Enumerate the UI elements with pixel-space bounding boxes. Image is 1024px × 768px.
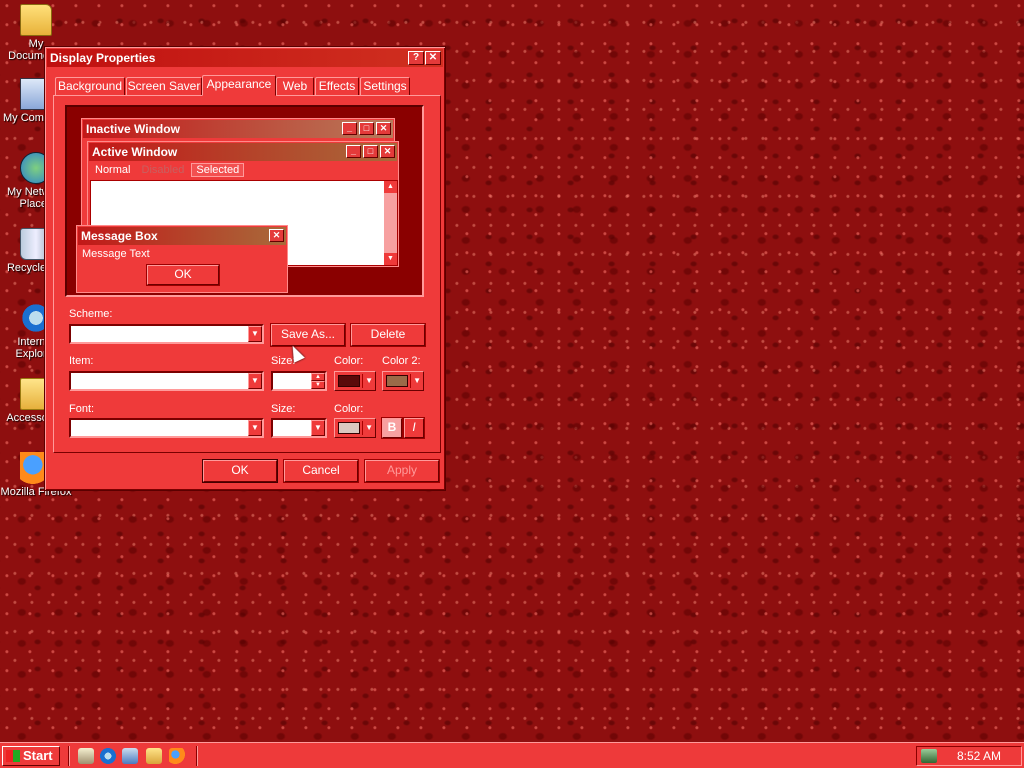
- system-tray: 8:52 AM: [916, 746, 1022, 766]
- font-color-label: Color:: [334, 403, 364, 415]
- show-desktop-icon[interactable]: [78, 748, 94, 764]
- item-size-stepper[interactable]: ▲ ▼: [271, 371, 327, 391]
- close-icon: ✕: [269, 229, 284, 242]
- apply-button[interactable]: Apply: [365, 460, 439, 482]
- inactive-window-title: Inactive Window _ □ ✕: [83, 120, 393, 138]
- tab-screen-saver[interactable]: Screen Saver: [126, 77, 202, 95]
- message-box-preview: Message Box ✕ Message Text OK: [76, 225, 288, 293]
- inactive-window-title-text: Inactive Window: [86, 122, 180, 136]
- scheme-label: Scheme:: [69, 308, 113, 320]
- item-label: Item:: [69, 355, 94, 367]
- preview-scrollbar: ▲ ▼: [384, 181, 397, 265]
- font-size-label: Size:: [271, 403, 296, 415]
- item-color2-picker[interactable]: ▼: [382, 371, 424, 391]
- display-properties-window: Display Properties ? ✕ Background Screen…: [44, 46, 446, 491]
- message-box-ok-button: OK: [147, 265, 219, 285]
- clock[interactable]: 8:52 AM: [957, 747, 1001, 765]
- italic-toggle[interactable]: I: [404, 418, 424, 438]
- font-dropdown[interactable]: ▼: [69, 418, 264, 438]
- search-icon[interactable]: [146, 748, 162, 764]
- maximize-icon: □: [359, 122, 374, 135]
- menu-disabled: Disabled: [141, 164, 185, 176]
- scroll-down-icon: ▼: [384, 253, 397, 265]
- bold-toggle[interactable]: B: [382, 418, 402, 438]
- stepper-down-icon[interactable]: ▼: [311, 381, 325, 389]
- scroll-up-icon: ▲: [384, 181, 397, 193]
- tab-appearance[interactable]: Appearance: [202, 75, 276, 96]
- tab-effects[interactable]: Effects: [315, 77, 359, 95]
- chevron-down-icon[interactable]: ▼: [311, 420, 325, 436]
- minimize-icon: _: [342, 122, 357, 135]
- item-color-swatch: [338, 375, 360, 387]
- close-icon: ✕: [376, 122, 391, 135]
- taskbar-divider: [196, 746, 198, 766]
- close-icon: ✕: [380, 145, 395, 158]
- firefox-icon[interactable]: [169, 748, 185, 764]
- outlook-icon[interactable]: [122, 748, 138, 764]
- chevron-down-icon[interactable]: ▼: [248, 373, 262, 389]
- separator: [410, 374, 411, 388]
- active-window-title-text: Active Window: [92, 145, 178, 159]
- folder-documents-icon: [20, 4, 52, 36]
- cancel-button[interactable]: Cancel: [284, 460, 358, 482]
- save-as-button[interactable]: Save As...: [271, 324, 345, 346]
- tab-settings[interactable]: Settings: [360, 77, 410, 95]
- font-label: Font:: [69, 403, 95, 415]
- appearance-preview[interactable]: Inactive Window _ □ ✕ Active Window _ □ …: [65, 105, 424, 297]
- separator: [362, 421, 363, 435]
- item-dropdown[interactable]: ▼: [69, 371, 264, 391]
- menu-selected: Selected: [191, 163, 245, 177]
- active-window-title: Active Window _ □ ✕: [89, 143, 397, 161]
- chevron-down-icon: ▼: [365, 376, 373, 385]
- font-size-dropdown[interactable]: ▼: [271, 418, 327, 438]
- message-box-title-text: Message Box: [81, 229, 158, 243]
- preview-menu-bar: Normal Disabled Selected: [91, 162, 245, 178]
- message-box-text: Message Text: [82, 248, 150, 260]
- delete-button[interactable]: Delete: [351, 324, 425, 346]
- start-label: Start: [23, 748, 53, 763]
- font-color-swatch: [338, 422, 360, 434]
- menu-normal: Normal: [95, 164, 131, 176]
- tab-web[interactable]: Web: [276, 77, 314, 95]
- internet-explorer-icon[interactable]: [100, 748, 116, 764]
- tab-background[interactable]: Background: [55, 77, 125, 95]
- item-color-picker[interactable]: ▼: [334, 371, 376, 391]
- minimize-icon: _: [346, 145, 361, 158]
- ok-button[interactable]: OK: [203, 460, 277, 482]
- help-button[interactable]: ?: [408, 51, 424, 65]
- network-tray-icon[interactable]: [921, 749, 937, 763]
- separator: [362, 374, 363, 388]
- item-color2-swatch: [386, 375, 408, 387]
- font-color-picker[interactable]: ▼: [334, 418, 376, 438]
- close-button[interactable]: ✕: [425, 51, 441, 65]
- message-box-title: Message Box ✕: [78, 227, 286, 245]
- start-button[interactable]: Start: [2, 746, 60, 766]
- taskbar-divider: [68, 746, 70, 766]
- window-titlebar[interactable]: Display Properties ? ✕: [47, 49, 443, 67]
- chevron-down-icon[interactable]: ▼: [248, 420, 262, 436]
- chevron-down-icon: ▼: [365, 423, 373, 432]
- stepper-up-icon[interactable]: ▲: [311, 373, 325, 381]
- taskbar: Start 8:52 AM: [0, 742, 1024, 768]
- chevron-down-icon[interactable]: ▼: [248, 326, 262, 342]
- scheme-dropdown[interactable]: ▼: [69, 324, 264, 344]
- item-color-label: Color:: [334, 355, 364, 367]
- maximize-icon: □: [363, 145, 378, 158]
- windows-logo-icon: [6, 750, 20, 762]
- item-color2-label: Color 2:: [382, 355, 421, 367]
- window-title: Display Properties: [50, 51, 156, 65]
- chevron-down-icon: ▼: [413, 376, 421, 385]
